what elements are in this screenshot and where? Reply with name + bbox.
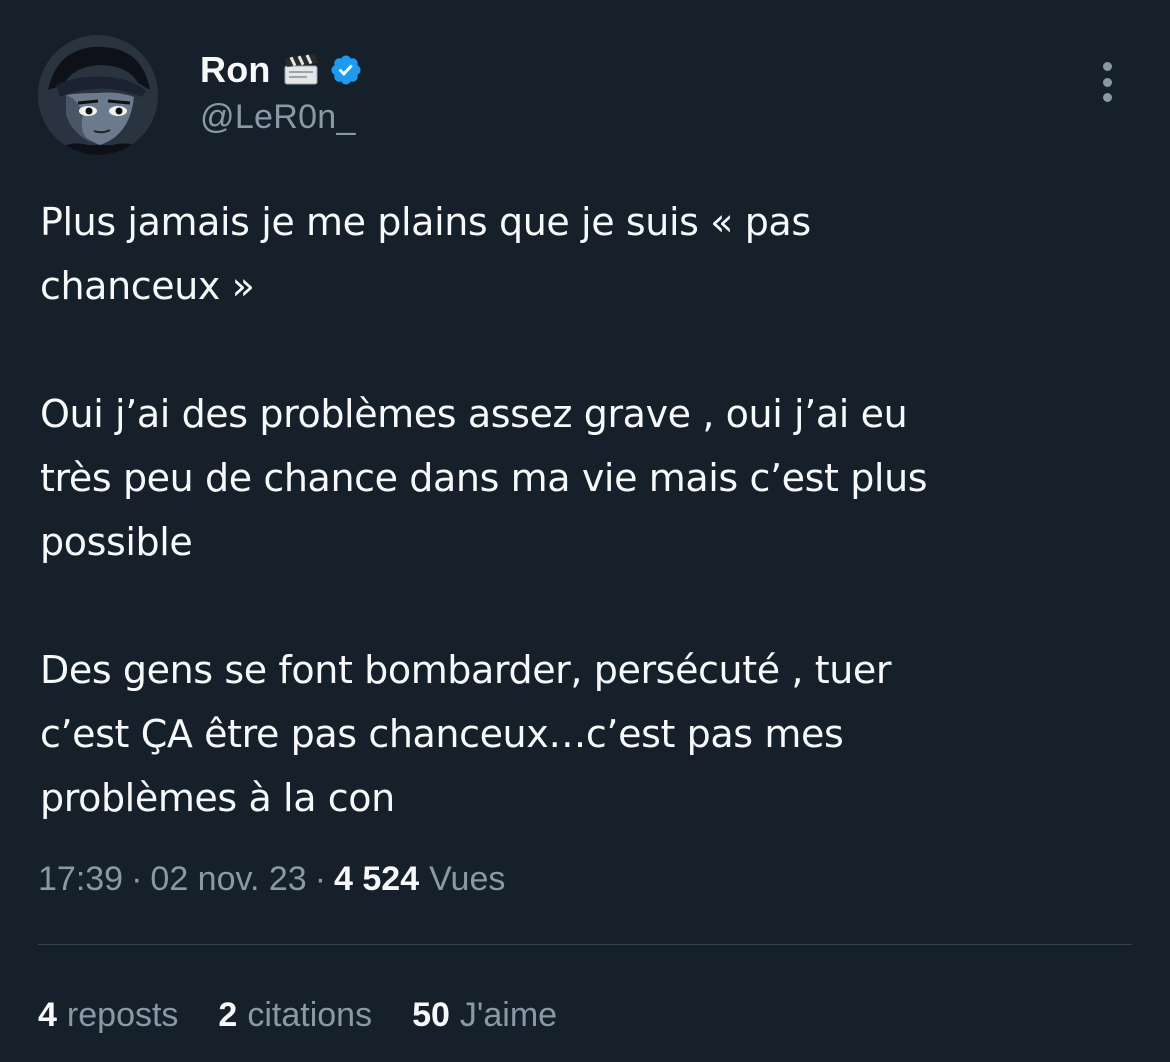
citations-stat[interactable]: 2 citations [218, 996, 372, 1035]
more-dot [1102, 77, 1112, 87]
citations-label: citations [247, 996, 373, 1034]
avatar-image [38, 35, 158, 155]
tweet-time[interactable]: 17:39 [38, 860, 123, 899]
display-name[interactable]: Ron [200, 49, 271, 91]
clapper-board-icon [283, 54, 319, 86]
likes-stat[interactable]: 50 J'aime [412, 996, 557, 1035]
views-label: Vues [429, 860, 506, 898]
reposts-label: reposts [66, 996, 179, 1034]
reposts-stat[interactable]: 4 reposts [38, 996, 178, 1035]
likes-label: J'aime [459, 996, 558, 1034]
name-row: Ron [200, 48, 363, 92]
user-handle[interactable]: @LeR0n_ [200, 98, 363, 137]
engagement-stats: 4 reposts 2 citations 50 J'aime [38, 996, 597, 1035]
verified-badge-icon [329, 53, 363, 87]
more-dot [1102, 62, 1112, 71]
more-options-icon[interactable] [1092, 62, 1122, 102]
divider [38, 944, 1132, 945]
views-count: 4 524 [334, 860, 420, 898]
reposts-count: 4 [38, 996, 57, 1034]
tweet-card: Ron @LeR0n_ Plus jamais je me plains que… [0, 0, 1170, 1062]
more-dot [1102, 93, 1112, 102]
tweet-paragraph: Des gens se font bombarder, persécuté , … [40, 648, 892, 820]
meta-separator: · [314, 860, 327, 898]
tweet-paragraph: Plus jamais je me plains que je suis « p… [40, 200, 811, 308]
likes-count: 50 [412, 996, 450, 1034]
avatar[interactable] [38, 35, 158, 155]
meta-separator: · [131, 860, 143, 898]
citations-count: 2 [218, 996, 238, 1034]
tweet-paragraph: Oui j’ai des problèmes assez grave , oui… [40, 392, 928, 564]
tweet-meta: 17:39 · 02 nov. 23 · 4 524 Vues [38, 860, 505, 899]
tweet-text: Plus jamais je me plains que je suis « p… [40, 190, 1130, 830]
author-block: Ron @LeR0n_ [200, 48, 363, 137]
tweet-date[interactable]: 02 nov. 23 [150, 860, 306, 899]
